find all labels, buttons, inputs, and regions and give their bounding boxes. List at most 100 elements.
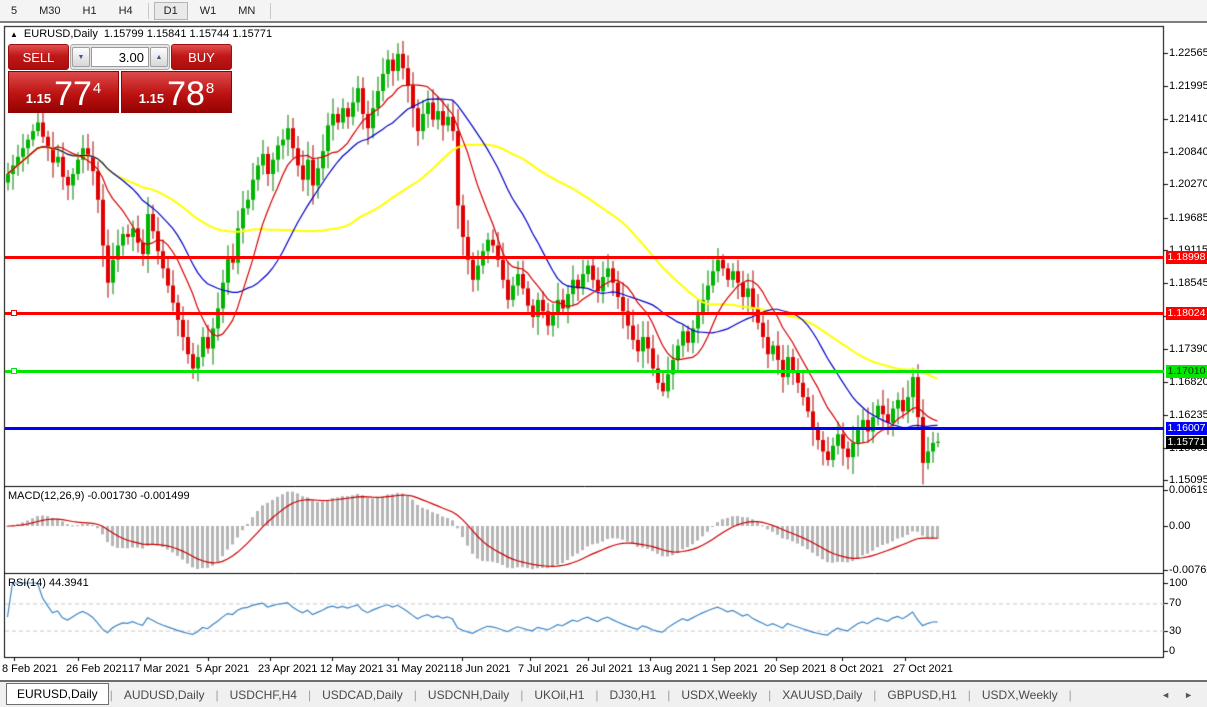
symbol-tab-usdcad-daily[interactable]: USDCAD,Daily (312, 685, 413, 705)
line-drag-handle[interactable] (11, 368, 17, 374)
time-axis-label: 17 Mar 2021 (128, 663, 190, 675)
one-click-trading-panel: SELL ▼ ▲ BUY 1.15 77 4 1.15 78 8 (8, 44, 232, 113)
time-axis-label: 12 May 2021 (320, 663, 384, 675)
price-axis-label: 1.21995 (1169, 80, 1207, 92)
symbol-tab-audusd-daily[interactable]: AUDUSD,Daily (114, 685, 215, 705)
symbol-tab-usdx-weekly[interactable]: USDX,Weekly (671, 685, 767, 705)
sell-price-big: 77 (54, 79, 92, 109)
trading-app-window: 5M30H1H4 D1W1MN ▲ EURUSD,Daily 1.15799 1.… (0, 0, 1207, 707)
time-axis-label: 1 Sep 2021 (702, 663, 758, 675)
sell-price-pip: 4 (93, 72, 101, 106)
line-drag-handle[interactable] (11, 310, 17, 316)
time-axis-label: 27 Oct 2021 (893, 663, 953, 675)
sell-price-display[interactable]: 1.15 77 4 (8, 71, 119, 113)
rsi-axis-label: 100 (1169, 577, 1187, 589)
price-axis-label: 1.18545 (1169, 277, 1207, 289)
price-axis-label: 1.20270 (1169, 178, 1207, 190)
tab-separator: | (1069, 688, 1072, 702)
tab-separator: | (308, 688, 311, 702)
macd-indicator-label: MACD(12,26,9) -0.001730 -0.001499 (8, 490, 190, 502)
volume-spinner: ▼ ▲ (70, 44, 170, 70)
tab-separator: | (110, 688, 113, 702)
time-axis-label: 26 Feb 2021 (66, 663, 128, 675)
chart-ohlc-values: 1.15799 1.15841 1.15744 1.15771 (104, 28, 272, 40)
time-axis-label: 5 Apr 2021 (196, 663, 249, 675)
chart-header: ▲ EURUSD,Daily 1.15799 1.15841 1.15744 1… (10, 28, 272, 40)
symbol-tab-xauusd-daily[interactable]: XAUUSD,Daily (772, 685, 872, 705)
price-axis-label: 1.19685 (1169, 212, 1207, 224)
symbol-tab-eurusd-daily[interactable]: EURUSD,Daily (6, 683, 109, 705)
tab-scroll-right-icon[interactable]: ► (1184, 690, 1193, 700)
tab-scroll-arrows: ◄► (1161, 690, 1193, 700)
volume-decrease-button[interactable]: ▼ (72, 47, 90, 67)
symbol-tab-usdx-weekly[interactable]: USDX,Weekly (972, 685, 1068, 705)
symbol-tab-usdcnh-daily[interactable]: USDCNH,Daily (418, 685, 519, 705)
time-axis-label: 20 Sep 2021 (764, 663, 826, 675)
timeframe-toolbar: 5M30H1H4 D1W1MN (0, 0, 1207, 23)
price-axis-label: 1.16235 (1169, 409, 1207, 421)
time-axis-label: 13 Aug 2021 (638, 663, 700, 675)
toolbar-separator (270, 3, 271, 19)
timeframe-button-h4[interactable]: H4 (109, 2, 143, 20)
buy-price-big: 78 (167, 79, 205, 109)
tab-separator: | (968, 688, 971, 702)
price-axis-badge: 1.16007 (1166, 422, 1207, 435)
price-axis-badge: 1.18998 (1166, 251, 1207, 264)
price-axis-label: 1.22565 (1169, 47, 1207, 59)
symbol-tab-dj30-h1[interactable]: DJ30,H1 (600, 685, 667, 705)
tab-separator: | (520, 688, 523, 702)
symbol-tab-usdchf-h4[interactable]: USDCHF,H4 (220, 685, 307, 705)
horizontal-line-object[interactable] (5, 427, 1164, 430)
price-axis-label: 1.20840 (1169, 146, 1207, 158)
time-axis-label: 26 Jul 2021 (576, 663, 633, 675)
volume-increase-button[interactable]: ▲ (150, 47, 168, 67)
time-axis-label: 8 Feb 2021 (2, 663, 58, 675)
tab-separator: | (667, 688, 670, 702)
timeframe-button-mn[interactable]: MN (228, 2, 265, 20)
buy-price-pip: 8 (206, 72, 214, 106)
price-axis-label: 1.21410 (1169, 113, 1207, 125)
sell-button[interactable]: SELL (8, 44, 69, 70)
rsi-axis-label: 0 (1169, 645, 1175, 657)
buy-button[interactable]: BUY (171, 44, 232, 70)
timeframe-button-d1[interactable]: D1 (154, 2, 188, 20)
horizontal-line-object[interactable] (5, 256, 1164, 259)
tab-scroll-left-icon[interactable]: ◄ (1161, 690, 1170, 700)
rsi-axis-label: 70 (1169, 597, 1181, 609)
buy-price-prefix: 1.15 (139, 89, 164, 109)
time-axis-label: 7 Jul 2021 (518, 663, 569, 675)
time-axis-label: 23 Apr 2021 (258, 663, 317, 675)
chart-symbol-label: EURUSD,Daily (24, 28, 98, 40)
timeframe-button-w1[interactable]: W1 (190, 2, 227, 20)
buy-price-display[interactable]: 1.15 78 8 (121, 71, 232, 113)
timeframe-button-5[interactable]: 5 (1, 2, 27, 20)
macd-axis-label: -0.007623 (1169, 564, 1207, 576)
symbol-tab-bar: EURUSD,Daily|AUDUSD,Daily|USDCHF,H4|USDC… (0, 680, 1207, 707)
tab-separator: | (595, 688, 598, 702)
tab-separator: | (873, 688, 876, 702)
rsi-indicator-label: RSI(14) 44.3941 (8, 577, 89, 589)
tab-separator: | (414, 688, 417, 702)
tab-separator: | (216, 688, 219, 702)
symbol-tab-ukoil-h1[interactable]: UKOil,H1 (524, 685, 594, 705)
tab-separator: | (768, 688, 771, 702)
timeframe-button-m30[interactable]: M30 (29, 2, 70, 20)
rsi-axis-label: 30 (1169, 625, 1181, 637)
horizontal-line-object[interactable] (5, 370, 1164, 373)
price-axis-badge: 1.15771 (1166, 436, 1207, 449)
horizontal-line-object[interactable] (5, 312, 1164, 315)
collapse-panel-icon[interactable]: ▲ (10, 30, 18, 39)
time-axis-label: 31 May 2021 (386, 663, 450, 675)
volume-input[interactable] (91, 47, 149, 67)
price-axis-badge: 1.18024 (1166, 307, 1207, 320)
symbol-tab-gbpusd-h1[interactable]: GBPUSD,H1 (877, 685, 966, 705)
time-axis-label: 8 Oct 2021 (830, 663, 884, 675)
sell-price-prefix: 1.15 (26, 89, 51, 109)
toolbar-separator (148, 3, 149, 19)
price-axis-badge: 1.17010 (1166, 365, 1207, 378)
price-axis-label: 1.17390 (1169, 343, 1207, 355)
time-axis-label: 18 Jun 2021 (450, 663, 511, 675)
timeframe-button-h1[interactable]: H1 (73, 2, 107, 20)
macd-axis-label: 0.00 (1169, 520, 1190, 532)
macd-axis-label: 0.006193 (1169, 484, 1207, 496)
